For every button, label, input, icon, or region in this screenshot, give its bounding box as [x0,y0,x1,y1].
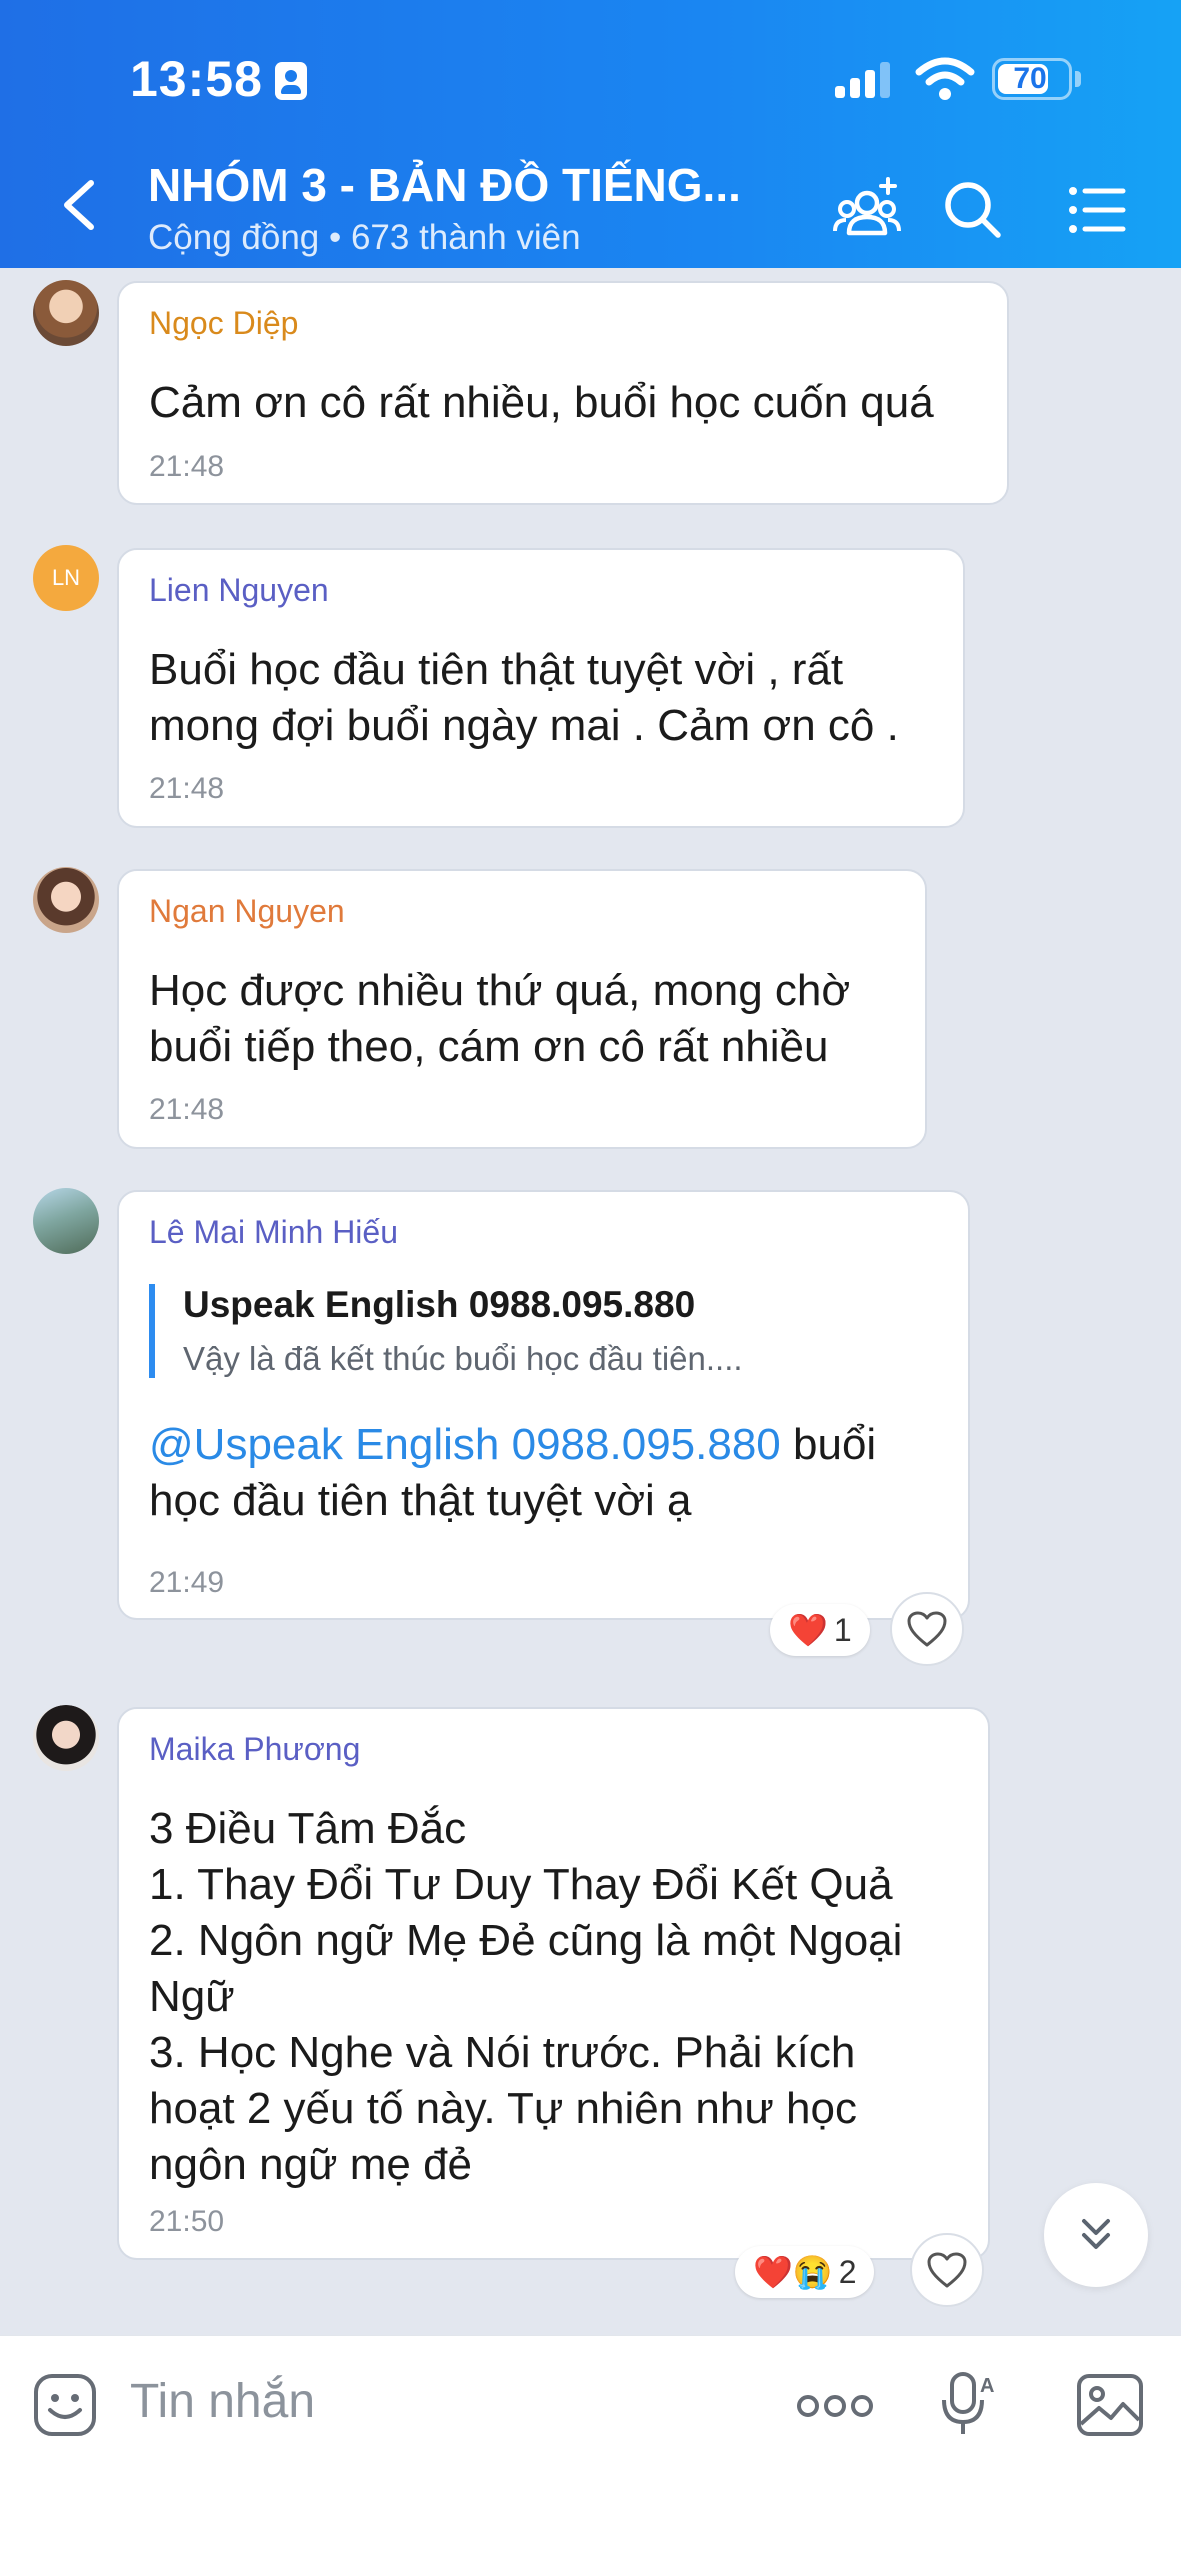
reaction-summary[interactable]: ❤️ 1 [770,1604,870,1656]
wifi-icon [915,57,975,100]
sender-name: Ngọc Diệp [149,305,299,341]
more-options-icon[interactable] [795,2391,875,2421]
cellular-signal-icon [835,62,893,98]
heart-outline-icon [907,1611,947,1647]
message-time: 21:48 [149,1093,225,1126]
message-time: 21:48 [149,450,225,483]
message-bubble[interactable]: Maika Phương 3 Điều Tâm Đắc 1. Thay Đổi … [117,1707,990,2260]
message-bubble[interactable]: Ngọc Diệp Cảm ơn cô rất nhiều, buổi học … [117,281,1009,505]
voice-to-text-icon[interactable]: A [938,2368,998,2438]
sender-name: Ngan Nguyen [149,893,345,929]
heart-reaction-icon: ❤️ [788,1612,828,1648]
quote-author: Uspeak English 0988.095.880 [183,1284,696,1325]
message-text: Học được nhiều thứ quá, mong chờ buổi ti… [149,966,851,1071]
sender-name: Lien Nguyen [149,572,329,608]
message-text: Buổi học đầu tiên thật tuyệt vời , rất m… [149,645,899,750]
reaction-count: 1 [833,1611,852,1648]
message-text: 3 Điều Tâm Đắc 1. Thay Đổi Tư Duy Thay Đ… [149,1804,903,2189]
reaction-count: 2 [838,2253,857,2290]
group-title[interactable]: NHÓM 3 - BẢN ĐỒ TIẾNG... [148,158,788,212]
menu-list-icon[interactable] [1063,175,1133,245]
avatar[interactable]: LN [33,545,99,611]
reaction-summary[interactable]: ❤️😭 2 [735,2246,875,2298]
quote-text: Vậy là đã kết thúc buổi học đầu tiên.... [183,1340,743,1377]
search-icon[interactable] [938,175,1008,245]
message-bubble[interactable]: Ngan Nguyen Học được nhiều thứ quá, mong… [117,869,927,1149]
quoted-message[interactable]: Uspeak English 0988.095.880 Vậy là đã kế… [149,1284,743,1378]
heart-cry-reaction-icon: ❤️😭 [753,2254,833,2290]
battery-icon: 70 [992,58,1072,100]
svg-text:A: A [980,2375,994,2397]
mention-link[interactable]: @Uspeak English 0988.095.880 [149,1420,781,1469]
avatar[interactable] [33,280,99,346]
sender-name: Lê Mai Minh Hiếu [149,1214,398,1250]
battery-level: 70 [1013,62,1047,95]
sender-name: Maika Phương [149,1731,361,1767]
scroll-to-bottom-button[interactable] [1044,2183,1148,2287]
group-subtitle: Cộng đồng • 673 thành viên [148,218,581,257]
message-text: Cảm ơn cô rất nhiều, buổi học cuốn quá [149,378,934,427]
message-time: 21:49 [149,1566,225,1599]
message-input-bar: Tin nhắn A [0,2335,1181,2560]
message-time: 21:48 [149,772,225,805]
heart-outline-icon [927,2252,967,2288]
message-bubble[interactable]: Lê Mai Minh Hiếu Uspeak English 0988.095… [117,1190,970,1620]
sticker-icon[interactable] [32,2372,98,2438]
message-time: 21:50 [149,2205,225,2238]
chat-header: 13:58 70 NHÓM 3 - BẢN ĐỒ TIẾNG... Cộng đ… [0,0,1181,268]
message-input[interactable]: Tin nhắn [130,2374,315,2429]
avatar[interactable] [33,867,99,933]
double-chevron-down-icon [1082,2219,1110,2249]
focus-icon [275,62,307,100]
back-arrow-icon[interactable] [55,175,105,235]
status-time: 13:58 [130,51,263,107]
message-text: @Uspeak English 0988.095.880 buổi học đầ… [149,1420,877,1525]
avatar[interactable] [33,1188,99,1254]
image-icon[interactable] [1075,2372,1145,2438]
avatar[interactable] [33,1705,99,1771]
message-bubble[interactable]: Lien Nguyen Buổi học đầu tiên thật tuyệt… [117,548,965,828]
react-heart-button[interactable] [890,1592,964,1666]
react-heart-button[interactable] [910,2233,984,2307]
add-member-icon[interactable] [832,175,902,245]
